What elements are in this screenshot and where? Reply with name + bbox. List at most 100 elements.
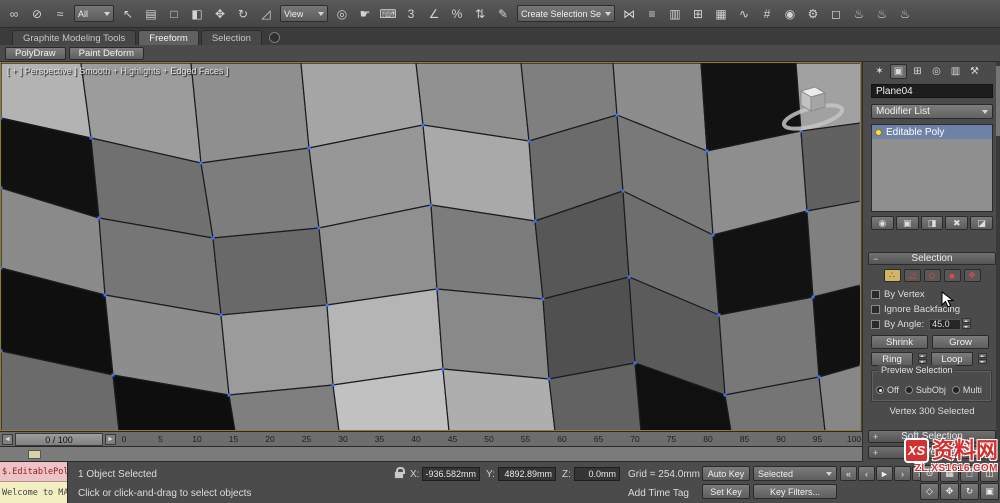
mesh-vertex[interactable]	[89, 136, 93, 140]
remove-modifier-icon[interactable]: ✖	[945, 216, 969, 230]
subobject-element-icon[interactable]: ❖	[963, 269, 981, 282]
preview-subobj-radio[interactable]	[904, 386, 913, 394]
tab-selection[interactable]: Selection	[200, 30, 262, 45]
select-and-link-icon[interactable]: ∞	[3, 3, 25, 25]
mesh-vertex[interactable]	[317, 226, 321, 230]
go-to-start-button[interactable]: «	[840, 466, 857, 481]
mesh-vertex[interactable]	[859, 121, 861, 125]
mesh-vertex[interactable]	[859, 283, 861, 287]
curve-editor-icon[interactable]: ∿	[733, 3, 755, 25]
edit-named-selection-sets-icon[interactable]: ✎	[492, 3, 514, 25]
graphite-ribbon-toggle-icon[interactable]: ▦	[710, 3, 732, 25]
object-name-field[interactable]: Plane04	[871, 84, 993, 98]
ring-spinner-up-icon[interactable]	[918, 353, 927, 358]
schematic-view-icon[interactable]: #	[756, 3, 778, 25]
subobject-border-icon[interactable]: ◇	[923, 269, 941, 282]
bind-to-space-warp-icon[interactable]: ≈	[49, 3, 71, 25]
mesh-vertex[interactable]	[227, 393, 231, 397]
reference-coordinate-dropdown[interactable]: View	[280, 5, 328, 22]
selection-region-icon[interactable]: □	[163, 3, 185, 25]
preview-off-radio[interactable]	[876, 386, 884, 394]
mesh-vertex[interactable]	[1, 349, 3, 353]
named-selection-set-dropdown[interactable]: Create Selection Se	[517, 5, 615, 22]
mesh-face[interactable]	[442, 368, 556, 430]
mesh-face[interactable]	[220, 304, 334, 396]
viewport-label[interactable]: [ + ] Perspective ] Smooth + Highlights …	[7, 66, 228, 76]
preview-multi-radio[interactable]	[951, 386, 960, 394]
subobject-vertex-icon[interactable]: ∴	[883, 269, 901, 282]
by-angle-spinner-down-icon[interactable]	[962, 324, 972, 329]
coord-z-field[interactable]: 0.0mm	[574, 467, 620, 481]
mesh-vertex[interactable]	[429, 203, 433, 207]
mesh-vertex[interactable]	[533, 219, 537, 223]
mesh-vertex[interactable]	[811, 295, 815, 299]
mesh-vertex[interactable]	[541, 297, 545, 301]
keyboard-override-icon[interactable]: ⌨	[377, 3, 399, 25]
by-angle-checkbox[interactable]	[871, 319, 880, 329]
mesh-vertex[interactable]	[615, 113, 619, 117]
mesh-vertex[interactable]	[211, 236, 215, 240]
timeline[interactable]: ◄ 0 / 100 ► 0 5 10 15 20 25 30 35 40 45 50 55 60 65 70…	[0, 431, 862, 447]
modifier-stack-item[interactable]: Editable Poly	[872, 125, 992, 139]
ring-spinner[interactable]	[918, 353, 927, 365]
panel-tab-modify[interactable]: ▣	[890, 64, 907, 79]
listener-script-line[interactable]: Welcome to MAX	[0, 482, 67, 503]
mirror-icon[interactable]: ⋈	[618, 3, 640, 25]
render-iterative-icon[interactable]: ♨	[871, 3, 893, 25]
mesh-vertex[interactable]	[1, 116, 3, 120]
spinner-snap-icon[interactable]: ⇅	[469, 3, 491, 25]
rendered-frame-window-icon[interactable]: ◻	[825, 3, 847, 25]
loop-spinner-up-icon[interactable]	[978, 353, 987, 358]
shrink-button[interactable]: Shrink	[871, 335, 928, 349]
render-setup-icon[interactable]: ⚙	[802, 3, 824, 25]
mesh-vertex[interactable]	[547, 377, 551, 381]
mesh-vertex[interactable]	[723, 393, 727, 397]
pan-button[interactable]: ✥	[940, 483, 959, 500]
ribbon-minimize-icon[interactable]	[268, 32, 280, 43]
percent-snap-icon[interactable]: %	[446, 3, 468, 25]
modifier-stack[interactable]: Editable Poly	[871, 124, 993, 212]
play-animation-button[interactable]: ►	[876, 466, 893, 481]
set-key-button[interactable]: Set Key	[702, 484, 750, 499]
mesh-vertex[interactable]	[307, 146, 311, 150]
material-editor-icon[interactable]: ◉	[779, 3, 801, 25]
selection-filter-dropdown[interactable]: All	[74, 5, 114, 22]
select-object-icon[interactable]: ↖	[117, 3, 139, 25]
track-bar[interactable]	[0, 447, 862, 462]
subobject-edge-icon[interactable]: ◿	[903, 269, 921, 282]
grow-button[interactable]: Grow	[932, 335, 989, 349]
configure-modifier-sets-icon[interactable]: ◪	[970, 216, 993, 230]
ring-spinner-down-icon[interactable]	[918, 359, 927, 364]
mesh-vertex[interactable]	[805, 209, 809, 213]
mesh-vertex[interactable]	[627, 275, 631, 279]
mesh-vertex[interactable]	[331, 383, 335, 387]
coord-y-field[interactable]: 4892.89mm	[498, 467, 556, 481]
mesh-face[interactable]	[190, 63, 310, 164]
loop-button[interactable]: Loop	[931, 352, 973, 366]
mesh-vertex[interactable]	[711, 233, 715, 237]
mesh-face[interactable]	[430, 204, 544, 300]
mesh-face[interactable]	[806, 200, 860, 298]
ribbon-button-polydraw[interactable]: PolyDraw	[5, 46, 66, 60]
mesh-face[interactable]	[326, 288, 444, 386]
panel-tab-motion[interactable]: ◎	[928, 64, 945, 79]
coord-x-field[interactable]: -936.582mm	[422, 467, 480, 481]
ignore-backfacing-checkbox[interactable]	[871, 304, 880, 314]
panel-scrollbar-thumb[interactable]	[996, 66, 1000, 136]
layer-manager-icon[interactable]: ▥	[664, 3, 686, 25]
key-filters-button[interactable]: Key Filters...	[753, 484, 837, 499]
maxscript-mini-listener[interactable]: $.EditablePoly. Welcome to MAX	[0, 462, 68, 503]
perspective-viewport[interactable]: [ + ] Perspective ] Smooth + Highlights …	[0, 62, 861, 431]
mesh-face[interactable]	[212, 227, 328, 316]
loop-spinner[interactable]	[978, 353, 987, 365]
snaps-toggle-icon[interactable]: 3	[400, 3, 422, 25]
add-time-tag[interactable]: Add Time Tag	[628, 488, 689, 499]
select-and-rotate-icon[interactable]: ↻	[232, 3, 254, 25]
mesh-vertex[interactable]	[435, 287, 439, 291]
mesh-face[interactable]	[818, 364, 860, 430]
select-by-name-icon[interactable]: ▤	[140, 3, 162, 25]
mesh-vertex[interactable]	[859, 199, 861, 203]
time-slider-next-arrow[interactable]: ►	[105, 434, 116, 445]
selection-lock-icon[interactable]	[394, 467, 405, 479]
loop-spinner-down-icon[interactable]	[978, 359, 987, 364]
